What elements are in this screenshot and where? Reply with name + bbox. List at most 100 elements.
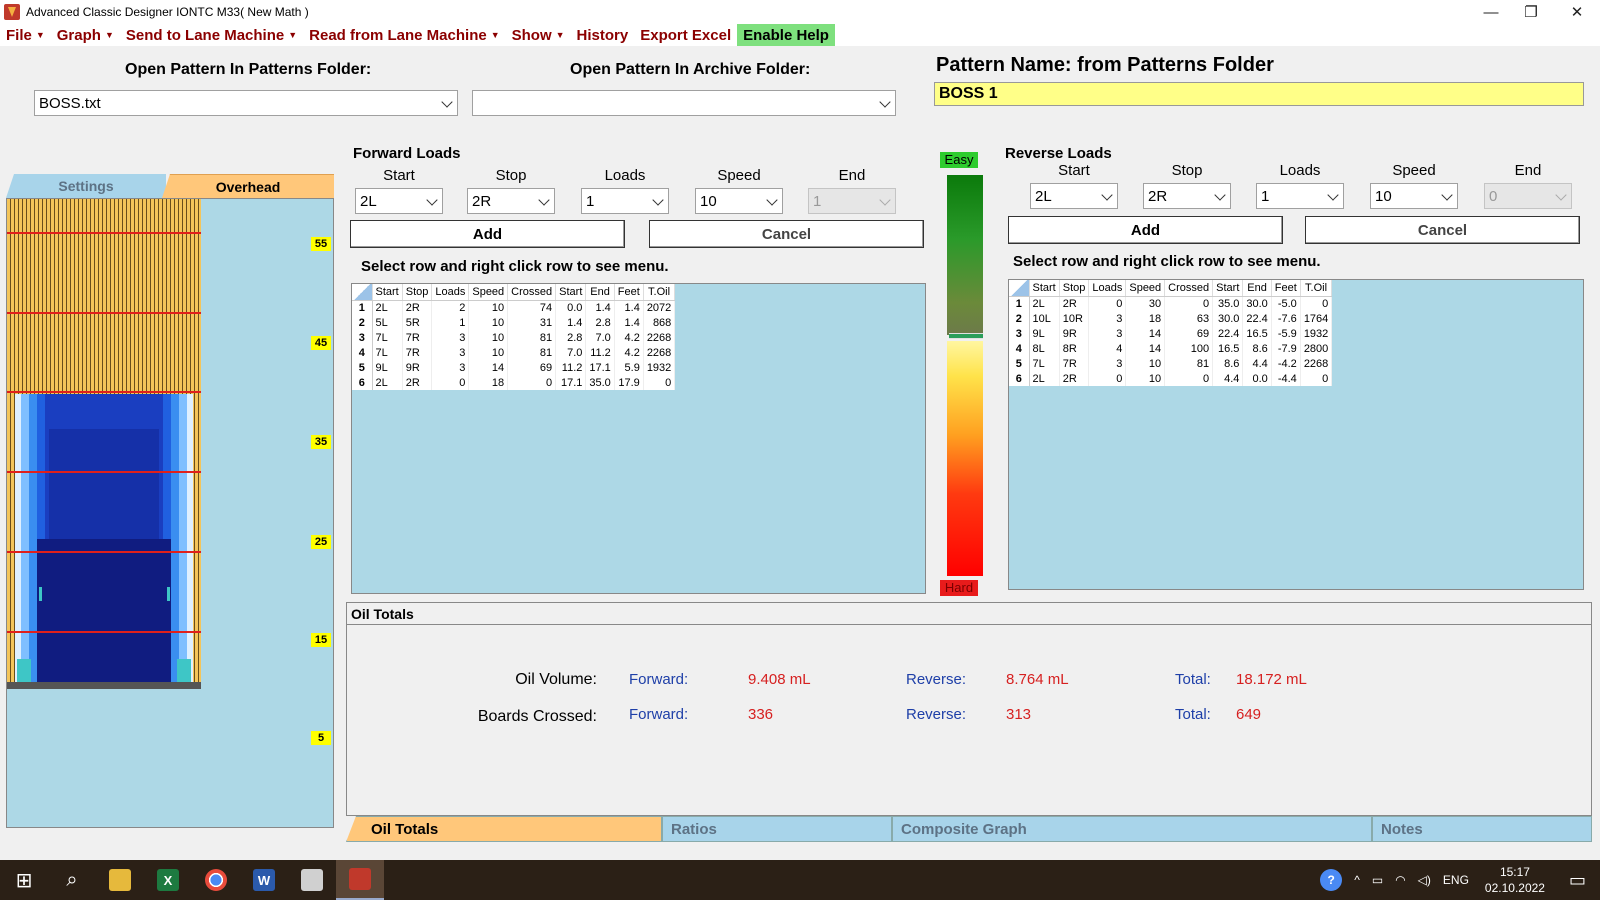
menu-file[interactable]: File ▼ — [0, 24, 51, 46]
search-icon[interactable]: ⌕ — [48, 860, 96, 900]
grid-column-header[interactable]: Speed — [1125, 280, 1166, 297]
reverse-loads-title: Reverse Loads — [1005, 145, 1112, 162]
restore-button[interactable]: ❐ — [1508, 0, 1554, 24]
menu-send-to-lane-machine[interactable]: Send to Lane Machine ▼ — [120, 24, 303, 46]
grid-column-header[interactable]: Crossed — [1164, 280, 1214, 297]
grid-column-header[interactable]: End — [585, 284, 615, 301]
grid-column-header[interactable]: Start — [555, 284, 587, 301]
clock[interactable]: 15:17 02.10.2022 — [1475, 864, 1555, 896]
lane-distance-label: 55 — [311, 237, 331, 251]
menu-show[interactable]: Show ▼ — [506, 24, 571, 46]
reverse-start-select[interactable]: 2L — [1030, 183, 1118, 209]
grid-column-header[interactable]: Stop — [1059, 280, 1090, 297]
language-indicator[interactable]: ENG — [1437, 873, 1475, 887]
grid-column-header[interactable]: T.Oil — [1300, 280, 1333, 297]
reverse-loads-value: 1 — [1261, 187, 1270, 205]
table-row[interactable]: 6 2L 2R 0 18 0 17.1 35.0 17.9 0 — [352, 375, 676, 390]
lane-distance-label: 35 — [311, 435, 331, 449]
menu-export-excel[interactable]: Export Excel — [634, 24, 737, 46]
grid-column-header[interactable]: End — [1242, 280, 1272, 297]
forward-start-select[interactable]: 2L — [355, 188, 443, 214]
table-row[interactable]: 5 9L 9R 3 14 69 11.2 17.1 5.9 1932 — [352, 360, 676, 375]
forward-end-select: 1 — [808, 188, 896, 214]
grid-column-header[interactable]: Feet — [1271, 280, 1301, 297]
table-cell: 10L — [1029, 311, 1060, 326]
pattern-name-field[interactable]: BOSS 1 — [934, 82, 1584, 106]
tab-composite-graph[interactable]: Composite Graph — [892, 816, 1372, 842]
reverse-loads-label: Loads — [1279, 162, 1321, 179]
grid-column-header[interactable]: Start — [372, 284, 403, 301]
table-cell: 16.5 — [1242, 326, 1272, 341]
tab-settings[interactable]: Settings — [6, 174, 166, 198]
archive-folder-select[interactable] — [472, 90, 896, 116]
reverse-cancel-button[interactable]: Cancel — [1305, 216, 1580, 244]
grid-column-header[interactable]: Loads — [431, 284, 470, 301]
tab-oil-totals[interactable]: Oil Totals — [346, 816, 662, 842]
notifications-icon[interactable]: ▭ — [1555, 870, 1600, 891]
scanner-app-icon[interactable] — [288, 860, 336, 900]
word-icon[interactable]: W — [240, 860, 288, 900]
lane-designer-app-icon[interactable] — [336, 860, 384, 900]
table-row[interactable]: 1 2L 2R 0 30 0 35.0 30.0 -5.0 0 — [1009, 296, 1333, 311]
reverse-speed-select[interactable]: 10 — [1370, 183, 1458, 209]
menu-enable-help[interactable]: Enable Help — [737, 24, 835, 46]
table-cell: 2R — [1059, 296, 1090, 311]
excel-icon[interactable]: X — [144, 860, 192, 900]
table-cell: 7R — [402, 345, 433, 360]
table-row[interactable]: 3 9L 9R 3 14 69 22.4 16.5 -5.9 1932 — [1009, 326, 1333, 341]
grid-column-header[interactable]: Speed — [468, 284, 509, 301]
grid-column-header[interactable]: T.Oil — [643, 284, 676, 301]
tab-notes[interactable]: Notes — [1372, 816, 1592, 842]
reverse-loads-table[interactable]: Start Stop Loads Speed Crossed Start End Feet T.… — [1009, 280, 1333, 386]
windows-start-icon[interactable]: ⊞ — [0, 860, 48, 900]
forward-add-button[interactable]: Add — [350, 220, 625, 248]
menu-read-from-lane-machine[interactable]: Read from Lane Machine ▼ — [303, 24, 505, 46]
reverse-stop-select[interactable]: 2R — [1143, 183, 1231, 209]
forward-cancel-button[interactable]: Cancel — [649, 220, 924, 248]
volume-reverse-value: 8.764 mL — [1006, 671, 1069, 688]
chevron-down-icon — [1101, 189, 1113, 201]
patterns-folder-select[interactable]: BOSS.txt — [34, 90, 458, 116]
grid-column-header[interactable]: Stop — [402, 284, 433, 301]
tab-overhead[interactable]: Overhead — [162, 174, 334, 198]
forward-loads-select[interactable]: 1 — [581, 188, 669, 214]
table-cell: 10 — [1125, 356, 1166, 371]
tab-ratios[interactable]: Ratios — [662, 816, 892, 842]
file-explorer-icon[interactable] — [96, 860, 144, 900]
system-tray: ? ^ ▭ ◠ ◁) ENG 15:17 02.10.2022 ▭ — [1320, 860, 1600, 900]
chrome-icon[interactable] — [192, 860, 240, 900]
table-row[interactable]: 2 5L 5R 1 10 31 1.4 2.8 1.4 868 — [352, 315, 676, 330]
grid-column-header[interactable]: Start — [1212, 280, 1244, 297]
caret-down-icon: ▼ — [35, 30, 45, 40]
row-number: 5 — [1009, 356, 1030, 371]
reverse-loads-select[interactable]: 1 — [1256, 183, 1344, 209]
table-cell: 2R — [402, 300, 433, 315]
forward-loads-table[interactable]: Start Stop Loads Speed Crossed Start End Feet T.… — [352, 284, 676, 390]
grid-column-header[interactable]: Start — [1029, 280, 1060, 297]
table-row[interactable]: 4 8L 8R 4 14 100 16.5 8.6 -7.9 2800 — [1009, 341, 1333, 356]
close-button[interactable]: ✕ — [1554, 0, 1600, 24]
chevron-up-icon[interactable]: ^ — [1348, 873, 1366, 887]
help-icon[interactable]: ? — [1320, 869, 1343, 891]
menu-graph[interactable]: Graph ▼ — [51, 24, 120, 46]
grid-column-header[interactable]: Crossed — [507, 284, 557, 301]
grid-select-all[interactable] — [352, 284, 373, 301]
chevron-down-icon — [1441, 189, 1453, 201]
forward-speed-select[interactable]: 10 — [695, 188, 783, 214]
reverse-add-button[interactable]: Add — [1008, 216, 1283, 244]
table-row[interactable]: 6 2L 2R 0 10 0 4.4 0.0 -4.4 0 — [1009, 371, 1333, 386]
table-row[interactable]: 4 7L 7R 3 10 81 7.0 11.2 4.2 2268 — [352, 345, 676, 360]
grid-column-header[interactable]: Loads — [1088, 280, 1127, 297]
speaker-icon[interactable]: ◁) — [1412, 873, 1437, 887]
forward-stop-select[interactable]: 2R — [467, 188, 555, 214]
grid-column-header[interactable]: Feet — [614, 284, 644, 301]
grid-select-all[interactable] — [1009, 280, 1030, 297]
table-row[interactable]: 2 10L 10R 3 18 63 30.0 22.4 -7.6 1764 — [1009, 311, 1333, 326]
wifi-icon[interactable]: ◠ — [1389, 873, 1411, 887]
chevron-down-icon — [426, 194, 438, 206]
menu-history[interactable]: History — [571, 24, 635, 46]
table-row[interactable]: 1 2L 2R 2 10 74 0.0 1.4 1.4 2072 — [352, 300, 676, 315]
caret-down-icon: ▼ — [555, 30, 565, 40]
table-row[interactable]: 5 7L 7R 3 10 81 8.6 4.4 -4.2 2268 — [1009, 356, 1333, 371]
table-row[interactable]: 3 7L 7R 3 10 81 2.8 7.0 4.2 2268 — [352, 330, 676, 345]
